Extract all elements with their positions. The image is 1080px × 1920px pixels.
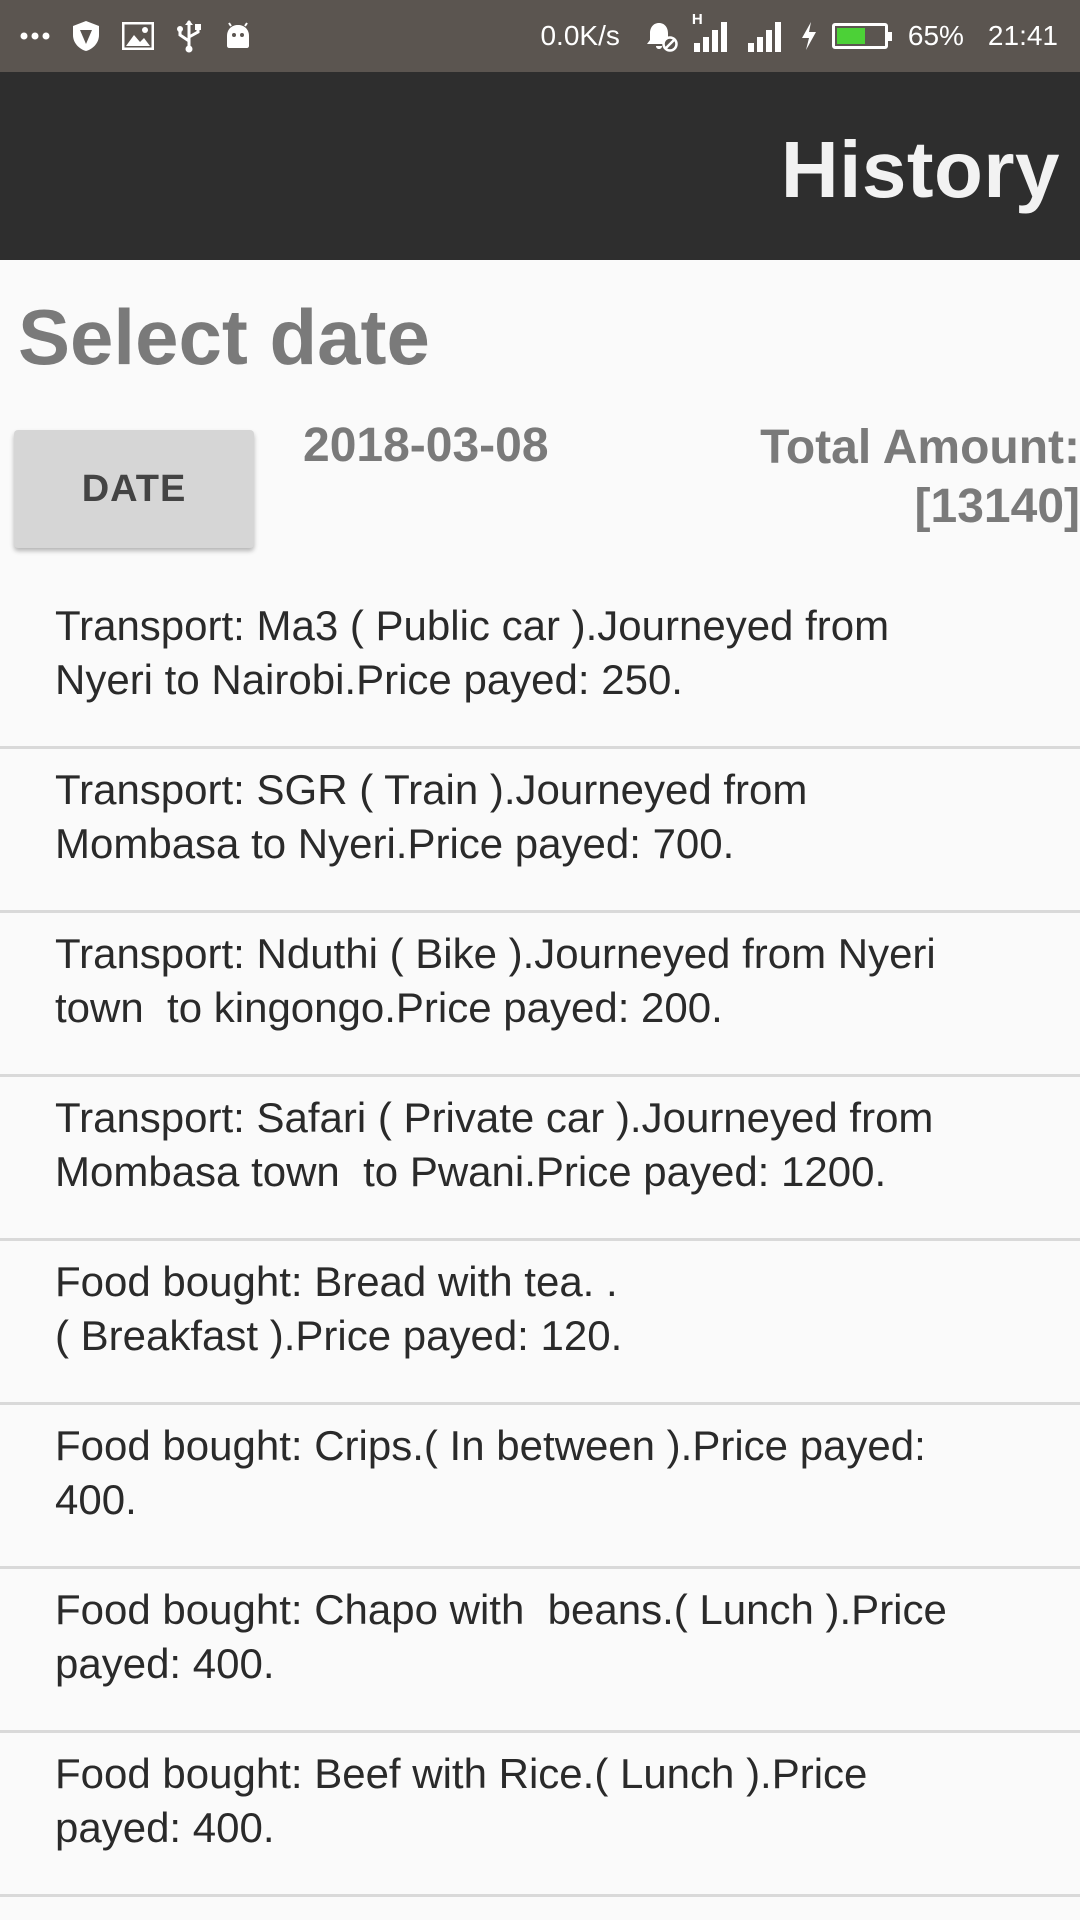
list-item[interactable]: Transport: Nduthi ( Bike ).Journeyed fro…: [0, 913, 1080, 1077]
signal-icon: H: [692, 11, 732, 53]
image-icon: [122, 22, 154, 50]
page-title: History: [780, 125, 1060, 214]
battery-level: [836, 28, 866, 44]
total-amount: Total Amount: [13140]: [760, 418, 1080, 536]
list-item[interactable]: Food bought: Chapo with beans.( Lunch ).…: [0, 1569, 1080, 1733]
signal-icon: [746, 19, 786, 53]
battery-percent: 65%: [907, 20, 964, 51]
charging-icon: [800, 21, 818, 51]
status-bar: 0.0K/s H 65% 21:41: [0, 0, 1080, 72]
bell-off-icon: [644, 20, 678, 52]
selected-date: 2018-03-08: [303, 419, 549, 472]
battery-icon: [831, 23, 892, 49]
status-bar-left: [20, 0, 252, 72]
total-amount-value: [13140]: [914, 480, 1080, 533]
usb-icon: [176, 19, 202, 53]
list-item[interactable]: Food bought: Beef with Rice.( Lunch ).Pr…: [0, 1733, 1080, 1897]
signal-type-label: H: [691, 11, 703, 28]
list-item[interactable]: Food bought: Bread with tea. . ( Breakfa…: [0, 1241, 1080, 1405]
date-picker-button[interactable]: DATE: [14, 430, 254, 548]
list-item[interactable]: Transport: Safari ( Private car ).Journe…: [0, 1077, 1080, 1241]
history-list: Transport: Ma3 ( Public car ).Journeyed …: [0, 585, 1080, 1897]
app-bar: History: [0, 72, 1080, 260]
list-item[interactable]: Food bought: Crips.( In between ).Price …: [0, 1405, 1080, 1569]
status-bar-right: 0.0K/s H 65% 21:41: [540, 0, 1058, 72]
android-icon: [224, 22, 252, 50]
section-title: Select date: [18, 293, 430, 381]
shield-icon: [72, 20, 100, 52]
list-item[interactable]: Transport: SGR ( Train ).Journeyed from …: [0, 749, 1080, 913]
total-amount-label: Total Amount:: [760, 421, 1080, 474]
net-speed: 0.0K/s: [540, 20, 620, 51]
more-dots-icon: [20, 32, 50, 40]
clock: 21:41: [987, 20, 1058, 51]
list-item[interactable]: Transport: Ma3 ( Public car ).Journeyed …: [0, 585, 1080, 749]
